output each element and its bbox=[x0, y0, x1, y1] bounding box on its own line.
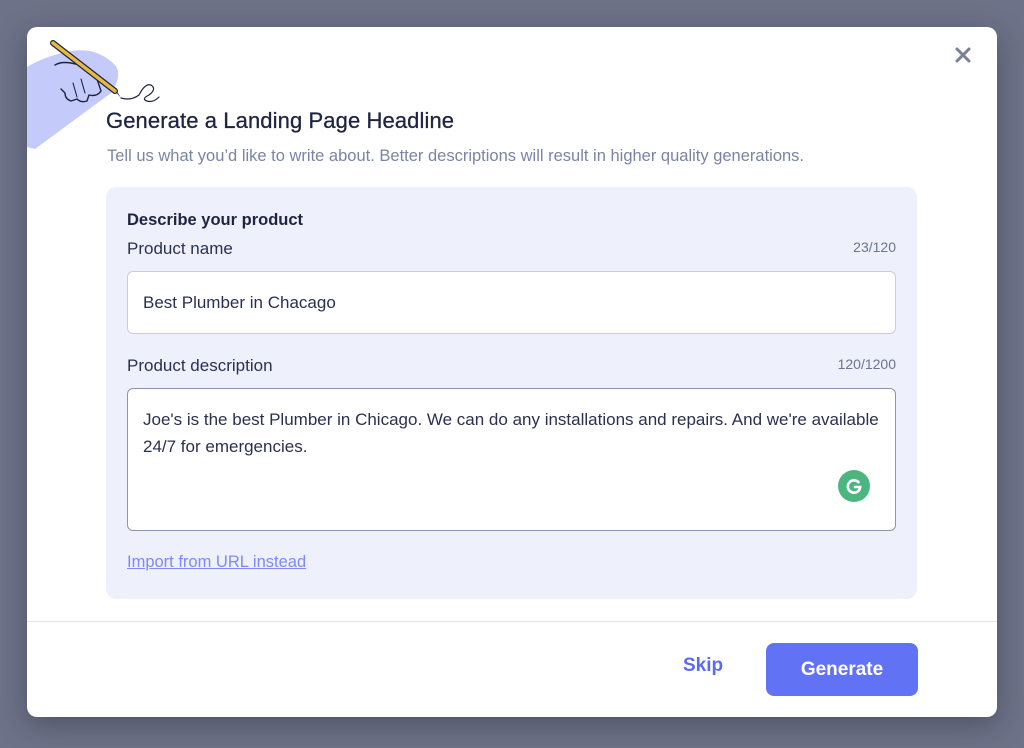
product-description-label: Product description bbox=[127, 356, 273, 375]
import-from-url-link[interactable]: Import from URL instead bbox=[127, 553, 306, 572]
product-name-char-count: 23/120 bbox=[853, 239, 896, 255]
section-heading: Describe your product bbox=[127, 211, 304, 229]
product-form-card: Describe your product Product name 23/12… bbox=[106, 187, 917, 599]
generate-headline-modal: Generate a Landing Page Headline Tell us… bbox=[27, 27, 997, 717]
generate-button[interactable]: Generate bbox=[766, 643, 918, 696]
product-name-input[interactable] bbox=[127, 271, 896, 334]
footer-divider bbox=[27, 621, 997, 622]
grammarly-icon[interactable] bbox=[838, 470, 870, 502]
close-icon[interactable] bbox=[951, 43, 975, 67]
product-description-textarea[interactable]: Joe's is the best Plumber in Chicago. We… bbox=[127, 388, 896, 531]
product-description-char-count: 120/1200 bbox=[837, 356, 896, 372]
product-name-label: Product name bbox=[127, 239, 233, 258]
modal-title: Generate a Landing Page Headline bbox=[106, 108, 455, 133]
modal-subtitle: Tell us what you’d like to write about. … bbox=[107, 147, 805, 165]
skip-button[interactable]: Skip bbox=[683, 655, 723, 677]
hand-writing-illustration bbox=[27, 40, 160, 149]
